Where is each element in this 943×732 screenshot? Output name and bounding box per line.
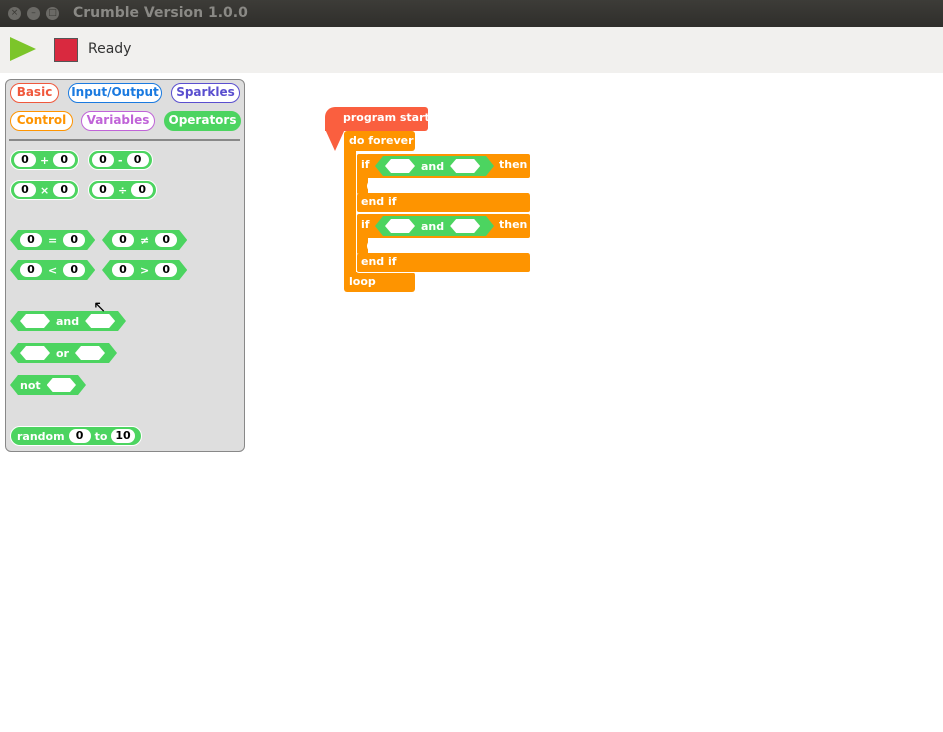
operator-label: ≠ xyxy=(140,233,150,247)
boolean-slot[interactable] xyxy=(385,219,415,233)
value-slot[interactable]: 0 xyxy=(112,233,134,247)
divide-block[interactable]: 0 ÷ 0 xyxy=(88,180,158,200)
tab-variables[interactable]: Variables xyxy=(81,111,155,131)
value-slot[interactable]: 0 xyxy=(14,153,36,167)
boolean-slot[interactable] xyxy=(385,159,415,173)
value-slot[interactable]: 0 xyxy=(92,153,114,167)
boolean-slot[interactable] xyxy=(20,346,50,360)
value-slot[interactable]: 0 xyxy=(53,183,76,197)
palette-divider xyxy=(9,139,240,141)
end-if-label: end if xyxy=(361,195,397,208)
if-label: if xyxy=(361,158,370,171)
title-bar: × – □ Crumble Version 1.0.0 xyxy=(0,0,943,27)
empty-slot xyxy=(367,180,383,192)
boolean-slot[interactable] xyxy=(20,314,50,328)
subtract-block[interactable]: 0-0 xyxy=(88,150,153,170)
multiply-block[interactable]: 0 × 0 xyxy=(10,180,80,200)
not-block[interactable]: not xyxy=(10,375,86,395)
operator-label: ÷ xyxy=(118,183,128,197)
operator-label: < xyxy=(48,263,58,277)
value-slot[interactable]: 0 xyxy=(53,153,76,167)
and-label: and xyxy=(421,159,445,173)
random-block[interactable]: random 0 to 10 xyxy=(10,426,142,446)
close-icon[interactable]: × xyxy=(8,7,21,20)
and-block[interactable]: and xyxy=(10,311,126,331)
boolean-slot[interactable] xyxy=(75,346,105,360)
status-text: Ready xyxy=(88,41,132,57)
not-equals-block[interactable]: 0 ≠ 0 xyxy=(102,230,187,250)
add-block[interactable]: 0 +0 xyxy=(10,150,80,170)
operator-label: + xyxy=(40,153,50,167)
tab-sparkles[interactable]: Sparkles xyxy=(171,83,240,103)
program-start-label: program start xyxy=(343,111,430,124)
operator-label: - xyxy=(118,153,123,167)
not-label: not xyxy=(20,378,41,392)
then-label: then xyxy=(499,158,528,171)
random-label: random xyxy=(17,429,65,443)
if-label: if xyxy=(361,218,370,231)
empty-slot xyxy=(367,240,383,252)
and-label: and xyxy=(56,314,80,328)
and-block[interactable]: and xyxy=(375,216,494,236)
or-label: or xyxy=(56,346,69,360)
value-slot[interactable]: 0 xyxy=(63,233,85,247)
do-forever-label: do forever xyxy=(349,134,414,147)
value-slot[interactable]: 0 xyxy=(68,429,91,443)
to-label: to xyxy=(94,429,108,443)
value-slot[interactable]: 0 xyxy=(14,183,36,197)
equals-block[interactable]: 0 = 0 xyxy=(10,230,95,250)
operator-label: × xyxy=(40,183,50,197)
operator-label: = xyxy=(48,233,58,247)
loop-label: loop xyxy=(349,275,376,288)
value-slot[interactable]: 0 xyxy=(131,183,154,197)
minimize-icon[interactable]: – xyxy=(27,7,40,20)
start-block-notch xyxy=(325,129,345,151)
mouse-cursor-icon: ↖ xyxy=(93,297,107,316)
or-block[interactable]: or xyxy=(10,343,117,363)
stop-icon[interactable] xyxy=(54,38,78,62)
less-than-block[interactable]: 0 <0 xyxy=(10,260,95,280)
value-slot[interactable]: 0 xyxy=(92,183,114,197)
value-slot[interactable]: 10 xyxy=(111,429,135,443)
play-icon[interactable] xyxy=(10,37,36,61)
forever-body xyxy=(344,145,356,280)
tab-basic[interactable]: Basic xyxy=(10,83,59,103)
boolean-slot[interactable] xyxy=(450,219,480,233)
value-slot[interactable]: 0 xyxy=(126,153,149,167)
boolean-slot[interactable] xyxy=(85,314,115,328)
value-slot[interactable]: 0 xyxy=(20,233,42,247)
value-slot[interactable]: 0 xyxy=(155,263,177,277)
value-slot[interactable]: 0 xyxy=(63,263,85,277)
greater-than-block[interactable]: 0 >0 xyxy=(102,260,187,280)
operator-label: > xyxy=(140,263,150,277)
boolean-slot[interactable] xyxy=(450,159,480,173)
window-title: Crumble Version 1.0.0 xyxy=(73,5,248,21)
value-slot[interactable]: 0 xyxy=(20,263,42,277)
then-label: then xyxy=(499,218,528,231)
tab-operators[interactable]: Operators xyxy=(164,111,241,131)
toolbar xyxy=(0,27,943,73)
value-slot[interactable]: 0 xyxy=(155,233,177,247)
end-if-label: end if xyxy=(361,255,397,268)
and-block[interactable]: and xyxy=(375,156,494,176)
tab-input-output[interactable]: Input/Output xyxy=(68,83,162,103)
value-slot[interactable]: 0 xyxy=(112,263,134,277)
maximize-icon[interactable]: □ xyxy=(46,7,59,20)
tab-control[interactable]: Control xyxy=(10,111,73,131)
and-label: and xyxy=(421,219,445,233)
boolean-slot[interactable] xyxy=(47,378,76,392)
